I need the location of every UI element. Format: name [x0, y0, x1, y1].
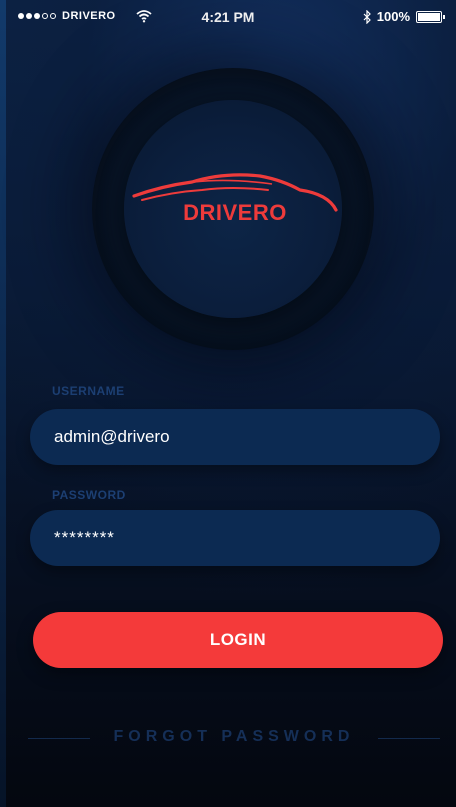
login-button[interactable]: LOGIN: [33, 612, 443, 668]
username-label: USERNAME: [52, 384, 125, 398]
login-screen: DRIVERO 4:21 PM 100% DRIVERO USERNAME PA…: [0, 0, 456, 807]
bluetooth-icon: [363, 9, 371, 24]
brand-logo-text: DRIVERO: [183, 200, 287, 225]
forgot-password-row: FORGOT PASSWORD: [28, 728, 440, 750]
username-input[interactable]: [30, 409, 440, 465]
password-label: PASSWORD: [52, 488, 126, 502]
left-edge-strip: [0, 0, 6, 807]
forgot-password-link[interactable]: FORGOT PASSWORD: [28, 728, 440, 746]
battery-icon: [416, 10, 445, 23]
battery-percent: 100%: [376, 9, 410, 24]
status-right: 100%: [363, 9, 445, 24]
password-input[interactable]: [30, 510, 440, 566]
status-bar: DRIVERO 4:21 PM 100%: [0, 0, 456, 36]
